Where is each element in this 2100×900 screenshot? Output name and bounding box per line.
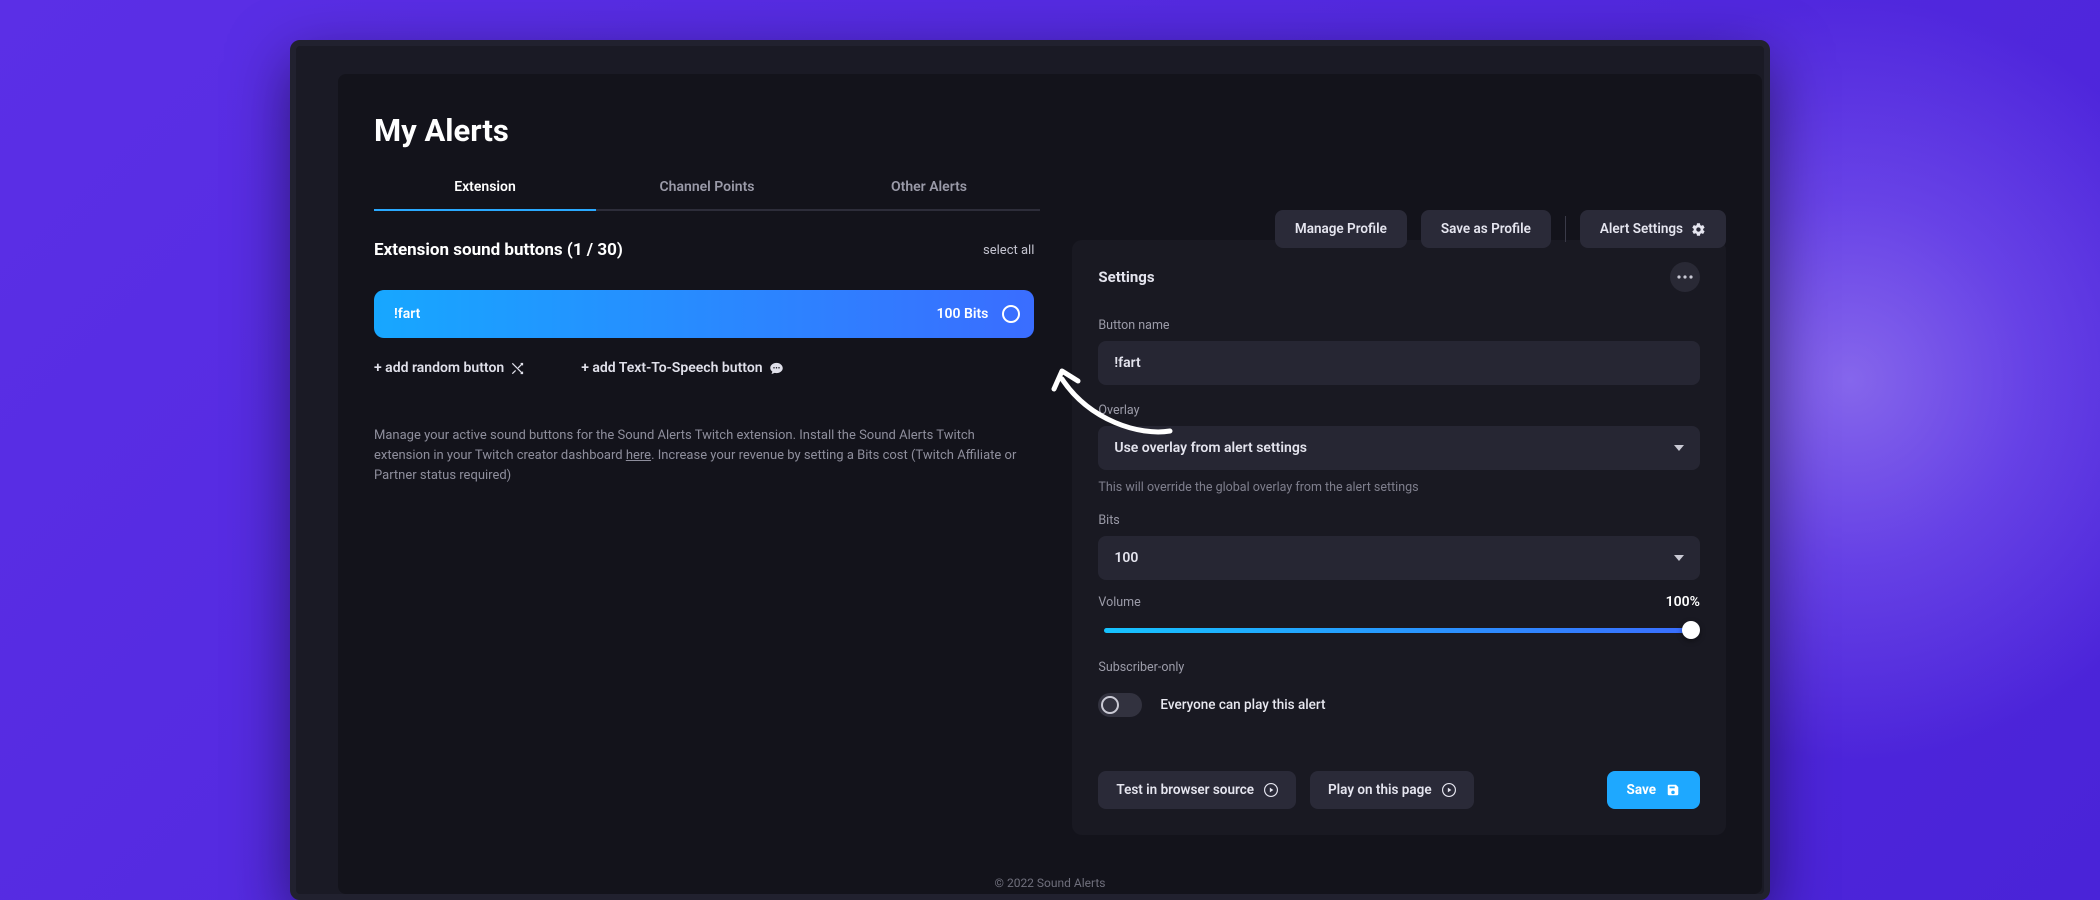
add-random-label: + add random button: [374, 360, 504, 376]
page-title: My Alerts: [338, 74, 1762, 149]
slider-track: [1104, 628, 1694, 633]
sound-buttons-heading: Extension sound buttons (1 / 30): [374, 240, 623, 260]
add-tts-button[interactable]: + add Text-To-Speech button: [581, 360, 783, 376]
test-label: Test in browser source: [1116, 782, 1254, 798]
save-icon: [1666, 783, 1680, 797]
tab-channel-points[interactable]: Channel Points: [596, 167, 818, 211]
subscriber-only-label: Subscriber-only: [1098, 660, 1700, 675]
save-button[interactable]: Save: [1607, 771, 1700, 809]
bits-value: 100: [1114, 550, 1138, 566]
select-all-link[interactable]: select all: [983, 243, 1034, 258]
bits-label: Bits: [1098, 513, 1700, 528]
settings-panel: Settings Button name !fart Overlay Use o…: [1072, 240, 1726, 835]
tab-other-alerts[interactable]: Other Alerts: [818, 167, 1040, 211]
alert-settings-label: Alert Settings: [1600, 221, 1683, 237]
dashboard-panel: My Alerts Extension Channel Points Other…: [338, 74, 1762, 894]
sound-button-name: !fart: [394, 306, 420, 322]
gear-icon: [1691, 222, 1706, 237]
play-circle-icon: [1264, 783, 1278, 797]
top-right-actions: Manage Profile Save as Profile Alert Set…: [1275, 210, 1726, 248]
button-name-input[interactable]: !fart: [1098, 341, 1700, 385]
button-name-label: Button name: [1098, 318, 1700, 333]
shuffle-icon: [510, 361, 525, 376]
sound-button-cost: 100 Bits: [936, 306, 988, 322]
volume-value: 100%: [1666, 594, 1700, 610]
overlay-value: Use overlay from alert settings: [1114, 440, 1307, 456]
window-frame: My Alerts Extension Channel Points Other…: [290, 40, 1770, 900]
save-as-profile-button[interactable]: Save as Profile: [1421, 210, 1551, 248]
add-tts-label: + add Text-To-Speech button: [581, 360, 762, 376]
volume-slider[interactable]: [1098, 620, 1700, 640]
help-text: Manage your active sound buttons for the…: [374, 426, 1034, 486]
play-on-page-button[interactable]: Play on this page: [1310, 771, 1474, 809]
dots-icon: [1677, 275, 1693, 279]
play-label: Play on this page: [1328, 782, 1432, 798]
overlay-select[interactable]: Use overlay from alert settings: [1098, 426, 1700, 470]
more-options-button[interactable]: [1670, 262, 1700, 292]
button-name-value: !fart: [1114, 355, 1140, 371]
speech-bubble-icon: [769, 361, 784, 376]
manage-profile-button[interactable]: Manage Profile: [1275, 210, 1407, 248]
alert-settings-button[interactable]: Alert Settings: [1580, 210, 1726, 248]
play-circle-icon: [1442, 783, 1456, 797]
divider: [1565, 216, 1566, 242]
subscriber-only-text: Everyone can play this alert: [1160, 697, 1325, 713]
toggle-knob: [1101, 696, 1119, 714]
chevron-down-icon: [1674, 443, 1684, 453]
volume-label: Volume: [1098, 595, 1140, 610]
tab-bar: Extension Channel Points Other Alerts: [374, 167, 1762, 212]
bits-select[interactable]: 100: [1098, 536, 1700, 580]
slider-thumb[interactable]: [1682, 621, 1700, 639]
radio-unchecked-icon[interactable]: [1002, 305, 1020, 323]
subscriber-only-toggle[interactable]: [1098, 693, 1142, 717]
settings-title: Settings: [1098, 268, 1154, 286]
help-here-link[interactable]: here: [626, 448, 651, 463]
overlay-label: Overlay: [1098, 403, 1700, 418]
overlay-hint: This will override the global overlay fr…: [1098, 480, 1700, 495]
tab-extension[interactable]: Extension: [374, 167, 596, 211]
footer-copyright: © 2022 Sound Alerts: [995, 876, 1106, 890]
test-browser-source-button[interactable]: Test in browser source: [1098, 771, 1296, 809]
save-label: Save: [1627, 782, 1656, 798]
add-random-button[interactable]: + add random button: [374, 360, 525, 376]
left-column: Extension sound buttons (1 / 30) select …: [374, 240, 1034, 835]
sound-button-row[interactable]: !fart 100 Bits: [374, 290, 1034, 338]
chevron-down-icon: [1674, 553, 1684, 563]
